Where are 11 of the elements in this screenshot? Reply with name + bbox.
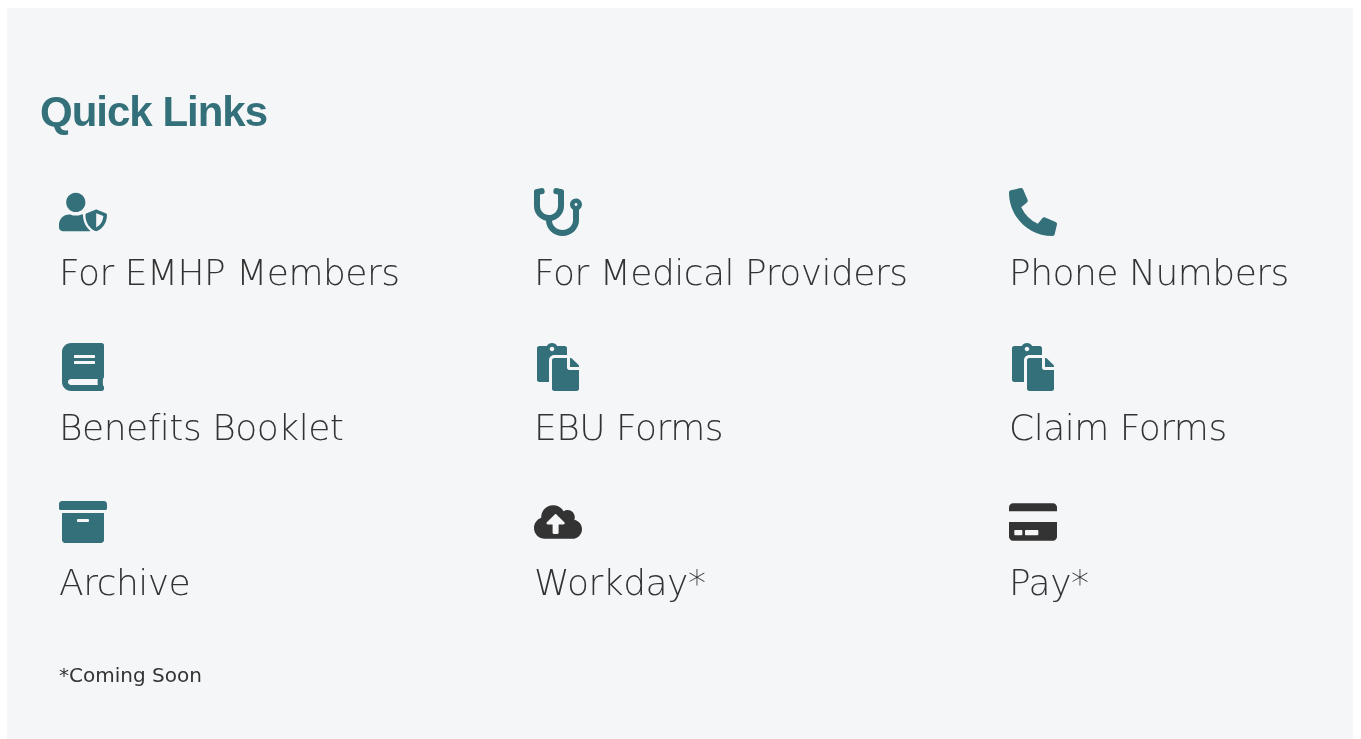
- quick-link[interactable]: For Medical Providers: [534, 186, 1009, 293]
- quick-link[interactable]: Workday*: [534, 496, 1009, 603]
- quick-link[interactable]: Phone Numbers: [1009, 186, 1329, 293]
- quick-link[interactable]: Benefits Booklet: [59, 341, 534, 448]
- quick-link[interactable]: EBU Forms: [534, 341, 1009, 448]
- footnote: *Coming Soon: [59, 663, 202, 687]
- quick-link[interactable]: Claim Forms: [1009, 341, 1329, 448]
- quick-link[interactable]: Archive: [59, 496, 534, 603]
- quick-link[interactable]: For EMHP Members: [59, 186, 534, 293]
- quick-link[interactable]: Pay*: [1009, 496, 1329, 603]
- section-title: Quick Links: [40, 88, 268, 136]
